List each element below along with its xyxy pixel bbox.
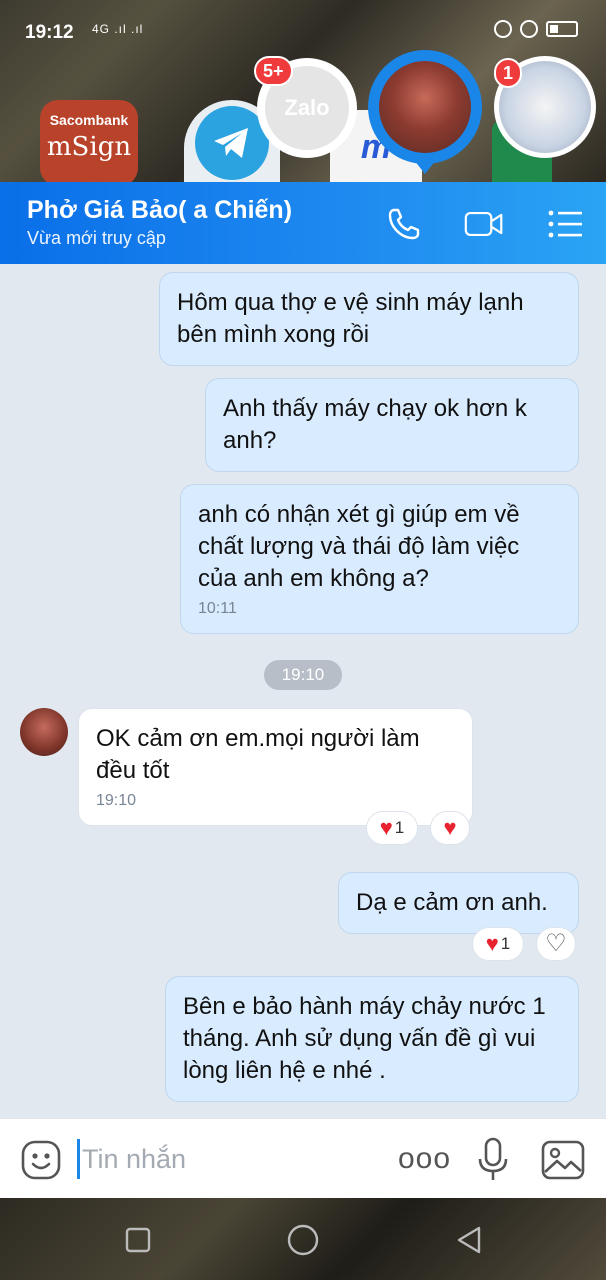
sender-avatar[interactable] (20, 708, 68, 756)
voice-call-button[interactable] (384, 204, 424, 244)
message-text: anh có nhận xét gì giúp em về chất lượng… (198, 501, 520, 592)
message-text: Anh thấy máy chạy ok hơn k anh? (223, 395, 527, 454)
message-bubble-outgoing[interactable]: Hôm qua thợ e vệ sinh máy lạnh bên mình … (159, 272, 579, 366)
react-heart-button[interactable]: ♡ (536, 927, 576, 961)
group-chat-head[interactable] (368, 50, 482, 164)
message-bubble-outgoing[interactable]: Dạ e cảm ơn anh. (338, 872, 579, 934)
message-text: OK cảm ơn em.mọi người làm đều tốt (96, 725, 420, 784)
react-heart-button[interactable]: ♥ (430, 811, 470, 845)
message-text: Hôm qua thợ e vệ sinh máy lạnh bên mình … (177, 289, 524, 348)
heart-icon: ♥ (485, 931, 499, 956)
status-bar: 19:12 4G .ıl .ıl (0, 0, 606, 60)
reaction-count: 1 (394, 818, 405, 837)
status-time: 19:12 (25, 22, 74, 43)
phone-icon (388, 208, 420, 240)
message-bubble-outgoing[interactable]: Anh thấy máy chạy ok hơn k anh? (205, 378, 579, 472)
home-button[interactable] (283, 1220, 323, 1260)
message-time: 19:10 (96, 792, 137, 809)
video-camera-icon (464, 212, 503, 236)
heart-icon: ♥ (443, 815, 457, 840)
heart-outline-icon: ♡ (545, 930, 567, 957)
message-input[interactable] (82, 1141, 372, 1177)
message-text: Bên e bảo hành máy chảy nước 1 tháng. An… (183, 993, 546, 1084)
emoji-sticker-icon (21, 1140, 61, 1180)
signal-icon: 4G .ıl .ıl (92, 22, 144, 36)
circle-icon (287, 1224, 319, 1256)
active-head-pointer (414, 160, 436, 174)
sacombank-label: Sacombank (49, 112, 129, 128)
reaction-summary[interactable]: ♥ 1 (472, 927, 524, 961)
list-menu-icon (548, 210, 582, 238)
chat-menu-button[interactable] (546, 204, 586, 244)
send-image-button[interactable] (540, 1139, 586, 1181)
lock-icon (494, 20, 512, 38)
group-avatar (375, 57, 475, 157)
msign-label: mSign (46, 132, 132, 162)
image-icon (541, 1140, 585, 1180)
video-call-button[interactable] (464, 204, 504, 244)
time-separator: 19:10 (264, 660, 342, 690)
zalo-unread-badge: 5+ (254, 56, 293, 86)
message-input-bar: ooo (0, 1118, 606, 1198)
back-triangle-icon (457, 1226, 481, 1254)
message-time: 10:11 (198, 600, 237, 617)
message-text: Dạ e cảm ơn anh. (356, 889, 548, 916)
square-icon (125, 1227, 151, 1253)
text-cursor (77, 1139, 80, 1179)
family-unread-badge: 1 (494, 58, 523, 88)
microphone-icon (478, 1137, 508, 1180)
reaction-summary[interactable]: ♥ 1 (366, 811, 418, 845)
emoji-button[interactable] (20, 1139, 62, 1181)
reaction-count: 1 (500, 934, 511, 953)
battery-icon (546, 21, 578, 37)
heart-icon: ♥ (379, 815, 393, 840)
chat-header: Phở Giá Bảo( a Chiến) Vừa mới truy cập (0, 182, 606, 264)
chat-title[interactable]: Phở Giá Bảo( a Chiến) (27, 196, 292, 225)
alarm-icon (520, 20, 538, 38)
message-bubble-outgoing[interactable]: anh có nhận xét gì giúp em về chất lượng… (180, 484, 579, 634)
sacombank-app-icon[interactable]: Sacombank mSign (40, 100, 138, 186)
message-bubble-incoming[interactable]: OK cảm ơn em.mọi người làm đều tốt 19:10 (78, 708, 473, 826)
message-bubble-outgoing[interactable]: Bên e bảo hành máy chảy nước 1 tháng. An… (165, 976, 579, 1102)
more-options-button[interactable]: ooo (398, 1144, 451, 1174)
system-nav-bar (0, 1198, 606, 1280)
status-icons (494, 20, 578, 38)
zalo-logo-label: Zalo (284, 95, 330, 120)
recent-apps-button[interactable] (118, 1220, 158, 1260)
chat-status: Vừa mới truy cập (27, 228, 166, 248)
back-button[interactable] (449, 1220, 489, 1260)
voice-message-button[interactable] (476, 1137, 510, 1183)
conversation-area[interactable]: Hôm qua thợ e vệ sinh máy lạnh bên mình … (0, 264, 606, 1118)
